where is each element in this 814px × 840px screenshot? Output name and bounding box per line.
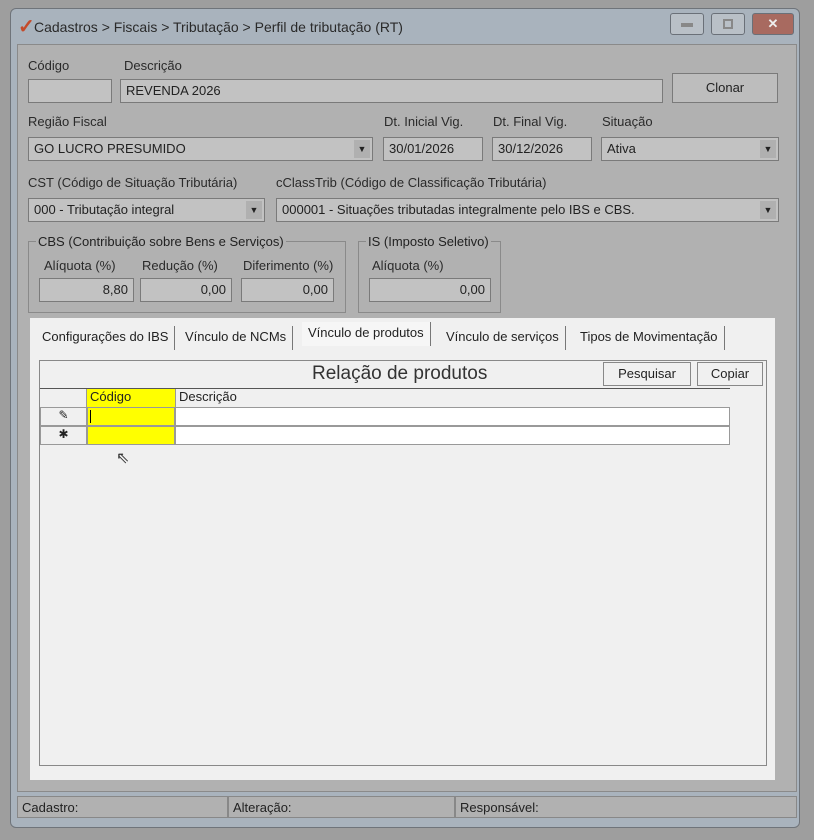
cbs-group: [28, 241, 346, 313]
situacao-select[interactable]: Ativa ▼: [601, 137, 779, 161]
status-responsavel: Responsável:: [455, 796, 797, 818]
cbs-title: CBS (Contribuição sobre Bens e Serviços): [36, 234, 286, 249]
row-new-icon: ✱: [40, 426, 87, 445]
row-edit-icon: ✎: [40, 407, 87, 426]
close-button[interactable]: ✕: [752, 13, 794, 35]
tab-vinculo-servicos[interactable]: Vínculo de serviços: [440, 326, 566, 350]
cbs-diferimento-label: Diferimento (%): [243, 258, 334, 273]
chevron-down-icon: ▼: [354, 140, 370, 158]
situacao-label: Situação: [602, 114, 653, 129]
maximize-button[interactable]: [711, 13, 745, 35]
row-header-corner: [40, 389, 87, 407]
tab-vinculo-produtos[interactable]: Vínculo de produtos: [302, 322, 431, 346]
copiar-button[interactable]: Copiar: [697, 362, 763, 386]
descricao-input[interactable]: REVENDA 2026: [120, 79, 663, 103]
is-aliquota-input[interactable]: 0,00: [369, 278, 491, 302]
chevron-down-icon: ▼: [760, 201, 776, 219]
situacao-value: Ativa: [607, 141, 636, 156]
is-title: IS (Imposto Seletivo): [366, 234, 491, 249]
cbs-aliquota-label: Alíquota (%): [44, 258, 116, 273]
codigo-cell-new[interactable]: [87, 426, 175, 445]
cbs-reducao-label: Redução (%): [142, 258, 218, 273]
minimize-button[interactable]: [670, 13, 704, 35]
tab-configuracoes-ibs[interactable]: Configurações do IBS: [36, 326, 176, 350]
is-group: [358, 241, 501, 313]
app-logo-icon: ✓: [18, 16, 35, 38]
cclass-label: cClassTrib (Código de Classificação Trib…: [276, 175, 547, 190]
codigo-input[interactable]: [28, 79, 112, 103]
cclass-select[interactable]: 000001 - Situações tributadas integralme…: [276, 198, 779, 222]
codigo-cell-edit[interactable]: [87, 407, 175, 426]
tab-tipos-movimentacao[interactable]: Tipos de Movimentação: [574, 326, 725, 350]
regiao-label: Região Fiscal: [28, 114, 107, 129]
column-header-descricao[interactable]: Descrição: [175, 389, 730, 407]
dt-inicial-label: Dt. Inicial Vig.: [384, 114, 464, 129]
clonar-button[interactable]: Clonar: [672, 73, 778, 103]
status-alteracao: Alteração:: [228, 796, 455, 818]
descricao-cell-edit[interactable]: [175, 407, 730, 426]
descricao-label: Descrição: [124, 58, 182, 73]
regiao-select[interactable]: GO LUCRO PRESUMIDO ▼: [28, 137, 373, 161]
pesquisar-button[interactable]: Pesquisar: [603, 362, 691, 386]
is-aliquota-label: Alíquota (%): [372, 258, 444, 273]
regiao-value: GO LUCRO PRESUMIDO: [34, 141, 186, 156]
grid-title: Relação de produtos: [312, 363, 488, 384]
descricao-cell-new[interactable]: [175, 426, 730, 445]
column-header-codigo[interactable]: Código: [87, 389, 175, 407]
chevron-down-icon: ▼: [246, 201, 262, 219]
cclass-value: 000001 - Situações tributadas integralme…: [282, 202, 635, 217]
cst-value: 000 - Tributação integral: [34, 202, 175, 217]
codigo-label: Código: [28, 58, 70, 73]
dt-final-input[interactable]: 30/12/2026: [492, 137, 592, 161]
cst-select[interactable]: 000 - Tributação integral ▼: [28, 198, 265, 222]
tab-vinculo-ncms[interactable]: Vínculo de NCMs: [179, 326, 294, 350]
window-title: Cadastros > Fiscais > Tributação > Perfi…: [34, 19, 403, 35]
mouse-cursor-icon: ⇖: [116, 450, 130, 467]
cbs-reducao-input[interactable]: 0,00: [140, 278, 232, 302]
cst-label: CST (Código de Situação Tributária): [28, 175, 238, 190]
chevron-down-icon: ▼: [760, 140, 776, 158]
cbs-diferimento-input[interactable]: 0,00: [241, 278, 334, 302]
status-cadastro: Cadastro:: [17, 796, 228, 818]
dt-final-label: Dt. Final Vig.: [493, 114, 568, 129]
cbs-aliquota-input[interactable]: 8,80: [39, 278, 134, 302]
dt-inicial-input[interactable]: 30/01/2026: [383, 137, 483, 161]
